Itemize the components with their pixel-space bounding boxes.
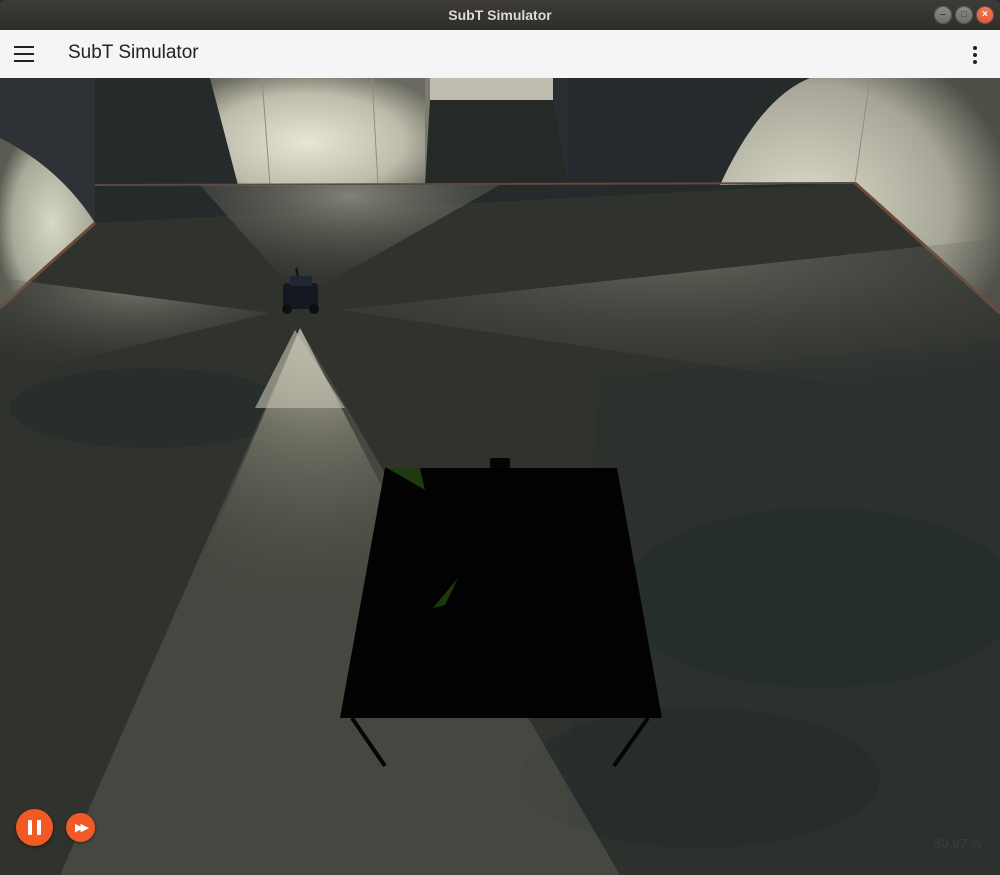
app-toolbar: SubT Simulator	[0, 30, 1000, 79]
step-button[interactable]: ▶▶	[66, 813, 95, 842]
pause-icon	[28, 820, 32, 835]
real-time-factor: 30.97 %	[934, 836, 982, 851]
pause-icon-bar	[37, 820, 41, 835]
minimize-button[interactable]: –	[934, 6, 952, 24]
window-title: SubT Simulator	[448, 7, 552, 23]
fast-forward-icon: ▶▶	[75, 822, 89, 834]
pause-button[interactable]	[16, 809, 53, 846]
app-title: SubT Simulator	[68, 42, 199, 63]
window-titlebar: SubT Simulator – □ ×	[0, 0, 1000, 30]
3d-viewport[interactable]	[0, 78, 1000, 875]
scene-render	[0, 78, 1000, 875]
kebab-vertical-icon[interactable]	[964, 44, 986, 66]
close-button[interactable]: ×	[976, 6, 994, 24]
hamburger-menu-icon[interactable]	[14, 46, 34, 62]
maximize-button[interactable]: □	[955, 6, 973, 24]
window-buttons: – □ ×	[934, 6, 994, 24]
